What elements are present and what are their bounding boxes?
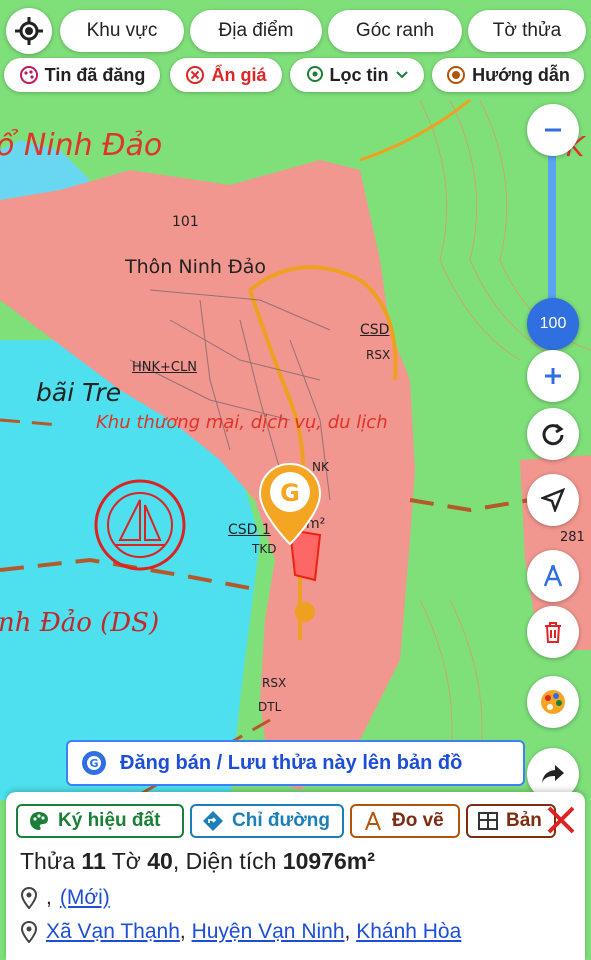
label-csd: CSD xyxy=(360,322,390,338)
land-symbol-chip[interactable]: Ký hiệu đất xyxy=(16,804,184,838)
parcel-thua-number: 11 xyxy=(81,848,106,874)
zoom-in-button[interactable] xyxy=(527,350,579,402)
share-arrow-icon xyxy=(542,765,564,783)
palette-icon xyxy=(19,66,38,84)
svg-text:G: G xyxy=(89,757,98,770)
tab-goc-ranh[interactable]: Góc ranh xyxy=(328,10,462,52)
location-pin-icon xyxy=(306,66,323,82)
compass-draw-icon xyxy=(365,811,381,831)
address-separator: , xyxy=(344,920,351,943)
crosshair-icon xyxy=(15,17,43,45)
parcel-to-number: 40 xyxy=(147,848,173,874)
hide-price-button[interactable]: Ẩn giá xyxy=(170,58,282,92)
chevron-down-icon xyxy=(395,71,408,79)
address-separator: , xyxy=(179,920,186,943)
label-rsx: RSX xyxy=(366,348,391,362)
plus-icon xyxy=(545,368,561,384)
tab-khu-vuc[interactable]: Khu vực xyxy=(60,10,184,52)
navigation-arrow-icon xyxy=(541,488,565,512)
minus-icon xyxy=(545,128,561,132)
compass-draw-icon xyxy=(543,565,563,587)
close-icon xyxy=(547,806,575,834)
map-chip-label: Bản xyxy=(506,810,542,831)
hide-price-label: Ẩn giá xyxy=(211,64,267,85)
refresh-icon xyxy=(542,423,564,446)
district-link[interactable]: Huyện Vạn Ninh xyxy=(192,920,345,943)
filter-label: Lọc tin xyxy=(329,64,389,85)
play-circle-icon xyxy=(447,66,466,84)
refresh-button[interactable] xyxy=(527,408,579,460)
label-commercial-zone: Khu thương mại, dịch vụ, du lịch xyxy=(96,412,388,433)
delete-button[interactable] xyxy=(527,606,579,658)
post-listing-banner[interactable]: G Đăng bán / Lưu thửa này lên bản đồ xyxy=(66,740,525,786)
filter-dropdown[interactable]: Lọc tin xyxy=(290,58,424,92)
address-line-admin: Xã Vạn Thạnh, Huyện Vạn Ninh, Khánh Hòa xyxy=(20,920,461,944)
palette-icon xyxy=(30,812,48,830)
location-pin-icon xyxy=(20,921,38,943)
close-circle-icon xyxy=(186,66,205,84)
my-location-button[interactable] xyxy=(6,8,52,54)
measure-label: Đo vẽ xyxy=(392,810,444,831)
province-link[interactable]: Khánh Hòa xyxy=(356,920,461,943)
brand-pin-icon: G xyxy=(82,751,106,775)
table-icon xyxy=(478,812,498,830)
close-panel-button[interactable] xyxy=(543,802,579,838)
location-marker-icon[interactable]: G xyxy=(258,462,322,546)
location-pin-icon xyxy=(20,887,38,909)
guide-label: Hướng dẫn xyxy=(472,64,570,85)
navigation-button[interactable] xyxy=(527,474,579,526)
zoom-out-button[interactable] xyxy=(527,104,579,156)
label-bai-tre: bãi Tre xyxy=(36,378,122,407)
zoom-level-handle[interactable]: 100 xyxy=(527,298,579,350)
label-hnk-cln: HNK+CLN xyxy=(132,360,197,375)
label-elevation-101: 101 xyxy=(172,214,199,230)
palette-icon xyxy=(541,690,565,714)
label-thon-ninh-dao: Thôn Ninh Đảo xyxy=(125,256,266,278)
parcel-info-panel: Ký hiệu đất Chỉ đường Đo vẽ Bản Thửa 11 … xyxy=(6,792,585,960)
address-line-new: , (Mới) xyxy=(20,886,110,910)
measure-chip[interactable]: Đo vẽ xyxy=(350,804,460,838)
label-ninh-dao: ổ Ninh Đảo xyxy=(0,128,163,163)
parcel-area-value: 10976m² xyxy=(282,848,375,874)
address-new-link[interactable]: (Mới) xyxy=(60,886,110,910)
guide-button[interactable]: Hướng dẫn xyxy=(432,58,584,92)
tab-dia-diem[interactable]: Địa điểm xyxy=(190,10,322,52)
post-listing-label: Đăng bán / Lưu thửa này lên bản đồ xyxy=(120,751,463,774)
parcel-summary: Thửa 11 Tờ 40, Diện tích 10976m² xyxy=(20,848,375,874)
trash-icon xyxy=(545,622,561,643)
parcel-area-label: Diện tích xyxy=(185,848,277,874)
map-style-button[interactable] xyxy=(527,676,579,728)
posted-listings-button[interactable]: Tin đã đăng xyxy=(4,58,160,92)
posted-listings-label: Tin đã đăng xyxy=(44,64,146,85)
label-ninh-dao-ds: nh Đảo (DS) xyxy=(0,608,160,638)
parcel-to-label: Tờ xyxy=(111,848,141,874)
label-dtl: DTL xyxy=(258,700,282,714)
directions-label: Chỉ đường xyxy=(232,810,330,831)
parcel-thua-label: Thửa xyxy=(20,848,76,874)
zoom-level-text: 100 xyxy=(539,315,567,332)
tab-to-thua[interactable]: Tờ thửa xyxy=(468,10,586,52)
address-prefix: , xyxy=(46,886,52,909)
label-rsx-2: RSX xyxy=(262,676,287,690)
land-symbol-label: Ký hiệu đất xyxy=(58,810,161,831)
label-elevation-281: 281 xyxy=(560,530,585,545)
measure-tool-button[interactable] xyxy=(527,550,579,602)
commune-link[interactable]: Xã Vạn Thạnh xyxy=(46,920,180,943)
svg-text:G: G xyxy=(280,479,300,507)
direction-diamond-icon xyxy=(203,811,223,831)
directions-chip[interactable]: Chỉ đường xyxy=(190,804,344,838)
